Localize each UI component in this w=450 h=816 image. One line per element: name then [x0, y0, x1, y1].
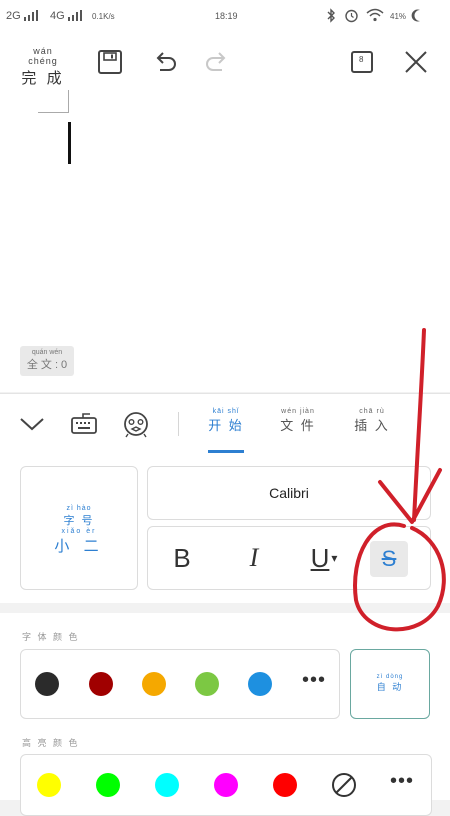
wifi-icon — [366, 8, 384, 22]
network-type-2: 4G — [50, 10, 65, 22]
network-speed: 0.1K/s — [92, 12, 115, 21]
highlight-swatch-magenta[interactable] — [214, 773, 238, 797]
highlight-color-palette: ••• — [20, 754, 432, 816]
clock: 18:19 — [215, 11, 238, 21]
strikethrough-button[interactable]: S — [370, 541, 408, 577]
network-type-1: 2G — [6, 10, 21, 22]
font-size-value-pinyin: xiǎo èr — [61, 528, 97, 535]
bold-icon: B — [173, 542, 191, 573]
color-swatch-orange[interactable] — [142, 672, 166, 696]
italic-button[interactable]: I — [228, 535, 280, 581]
bluetooth-icon — [327, 8, 335, 23]
tab-insert-label: 插 入 — [354, 418, 390, 433]
underline-button[interactable]: U ▾ — [298, 535, 350, 581]
document-canvas[interactable]: quán wén 全 文 : 0 — [0, 90, 450, 392]
keyboard-icon — [71, 413, 97, 434]
underline-icon: U — [310, 542, 330, 573]
color-swatch-blue[interactable] — [248, 672, 272, 696]
redo-icon — [206, 52, 226, 71]
highlight-swatch-yellow[interactable] — [37, 773, 61, 797]
page-margin-corner — [38, 90, 69, 113]
tab-insert-pinyin: chā rù — [359, 408, 385, 415]
color-swatch-black[interactable] — [35, 672, 59, 696]
word-count-badge: quán wén 全 文 : 0 — [20, 346, 74, 376]
highlight-color-label: 高 亮 颜 色 — [22, 738, 80, 748]
status-bar: 2G 4G 0.1K/s 18:19 41% — [0, 0, 450, 32]
font-size-card[interactable]: zì hào 字 号 xiǎo èr 小 二 — [20, 466, 138, 590]
done-button[interactable]: wán chéng 完 成 — [18, 46, 68, 88]
color-swatch-green[interactable] — [195, 672, 219, 696]
more-colors-button[interactable]: ••• — [299, 670, 329, 696]
text-cursor — [68, 122, 71, 164]
tab-file-pinyin: wén jiàn — [281, 408, 315, 415]
highlight-swatch-red[interactable] — [273, 773, 297, 797]
tab-divider — [178, 412, 179, 436]
tab-start-pinyin: kāi shǐ — [212, 408, 240, 415]
no-highlight-icon[interactable] — [330, 771, 358, 799]
strikethrough-icon: S — [381, 546, 397, 571]
collapse-button[interactable] — [14, 406, 50, 442]
keyboard-button[interactable] — [66, 406, 102, 442]
section-divider — [0, 603, 450, 613]
done-pinyin: wán chéng — [28, 46, 58, 66]
ribbon-tab-bar: kāi shǐ 开 始 wén jiàn 文 件 chā rù 插 入 — [0, 393, 450, 455]
font-color-palette: ••• — [20, 649, 340, 719]
emoji-button[interactable] — [118, 406, 154, 442]
font-size-value: 小 二 — [54, 538, 104, 555]
italic-icon: I — [249, 543, 259, 572]
save-icon — [98, 50, 122, 74]
alarm-icon — [345, 9, 358, 23]
auto-color-button[interactable]: zì dòng 自 动 — [350, 649, 430, 719]
battery-percent: 41% — [390, 12, 407, 21]
more-highlight-button[interactable]: ••• — [387, 771, 417, 797]
font-size-title-pinyin: zì hào — [66, 505, 92, 512]
undo-icon — [156, 52, 176, 71]
done-label: 完 成 — [21, 70, 65, 87]
word-count-label: 全 文 : 0 — [26, 359, 68, 371]
signal-icon — [24, 10, 38, 21]
bold-button[interactable]: B — [156, 535, 208, 581]
tab-insert[interactable]: chā rù 插 入 — [342, 408, 402, 434]
collapse-chevron-icon — [20, 418, 44, 431]
active-tab-indicator — [208, 450, 244, 453]
page-count-button[interactable]: 8 — [342, 42, 382, 82]
undo-button[interactable] — [144, 42, 184, 82]
battery-icon — [411, 9, 420, 22]
underline-dropdown-icon: ▾ — [331, 551, 338, 565]
signal-icon-2 — [68, 10, 82, 21]
close-button[interactable] — [396, 42, 436, 82]
font-size-title: 字 号 — [63, 515, 95, 527]
highlight-swatch-cyan[interactable] — [155, 773, 179, 797]
highlight-swatch-green[interactable] — [96, 773, 120, 797]
top-toolbar: wán chéng 完 成 8 — [0, 32, 450, 90]
font-name-selector[interactable]: Calibri — [147, 466, 431, 520]
word-count-pinyin: quán wén — [31, 349, 63, 356]
page-count: 8 — [359, 55, 364, 64]
auto-color-label: 自 动 — [376, 682, 404, 692]
text-format-group: B I U ▾ S — [147, 526, 431, 590]
face-icon — [124, 412, 148, 438]
tab-start-label: 开 始 — [208, 418, 244, 433]
tab-file-label: 文 件 — [280, 418, 316, 433]
tab-file[interactable]: wén jiàn 文 件 — [268, 408, 328, 434]
color-swatch-dark-red[interactable] — [89, 672, 113, 696]
font-name: Calibri — [269, 485, 309, 501]
font-color-label: 字 体 颜 色 — [22, 632, 80, 642]
save-button[interactable] — [90, 42, 130, 82]
redo-button[interactable] — [198, 42, 238, 82]
close-icon — [405, 51, 427, 73]
tab-start[interactable]: kāi shǐ 开 始 — [196, 408, 256, 434]
